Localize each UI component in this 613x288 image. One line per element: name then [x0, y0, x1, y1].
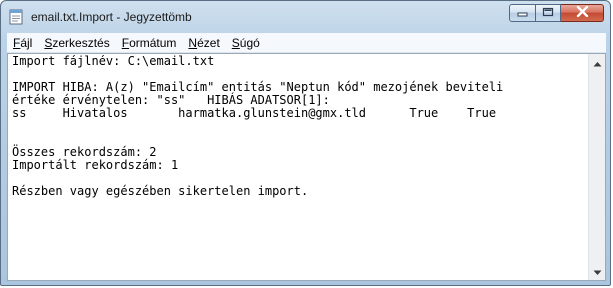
title-bar[interactable]: email.txt.Import - Jegyzettömb — [1, 1, 610, 33]
text-editor[interactable]: Import fájlnév: C:\email.txt IMPORT HIBA… — [12, 55, 584, 277]
maximize-button[interactable] — [536, 4, 561, 22]
scroll-down-button[interactable] — [589, 263, 605, 280]
menu-edit-label: zerkesztés — [52, 35, 110, 50]
close-button[interactable] — [561, 4, 604, 22]
text-line: Részben vagy egészében sikertelen import… — [12, 184, 309, 198]
menu-help[interactable]: Súgó — [226, 34, 266, 52]
text-line: Import fájlnév: C:\email.txt — [12, 55, 215, 68]
maximize-icon — [542, 4, 554, 22]
scroll-up-button[interactable] — [589, 54, 605, 71]
text-line — [12, 120, 584, 133]
menu-help-hotkey: S — [231, 35, 240, 50]
menu-view-hotkey: N — [188, 35, 198, 50]
caption-buttons — [509, 4, 604, 22]
minimize-icon — [517, 4, 528, 22]
text-line: ss Hivatalos harmatka.glunstein@gmx.tld … — [12, 106, 497, 120]
text-line: Importált rekordszám: 1 — [12, 158, 179, 172]
menu-file[interactable]: Fájl — [7, 34, 38, 52]
scroll-up-arrow-icon — [593, 54, 602, 72]
close-icon — [576, 4, 589, 22]
menu-view-label: ézet — [197, 35, 220, 50]
minimize-button[interactable] — [509, 4, 536, 22]
menu-format-label: ormátum — [129, 35, 177, 50]
editor-client-area: Import fájlnév: C:\email.txt IMPORT HIBA… — [7, 53, 606, 281]
menu-edit[interactable]: Szerkesztés — [38, 34, 115, 52]
menu-view[interactable]: Nézet — [182, 34, 225, 52]
menu-help-label: úgó — [239, 35, 260, 50]
window-title: email.txt.Import - Jegyzettömb — [31, 10, 192, 24]
menu-format[interactable]: Formátum — [116, 34, 183, 52]
menu-bar: Fájl Szerkesztés Formátum Nézet Súgó — [7, 33, 606, 53]
notepad-window: email.txt.Import - Jegyzettömb Fájl Szer… — [0, 0, 611, 286]
scroll-down-arrow-icon — [593, 263, 602, 281]
vertical-scrollbar[interactable] — [588, 54, 605, 280]
notepad-icon[interactable] — [8, 9, 24, 25]
menu-format-hotkey: F — [121, 35, 130, 50]
menu-file-label: ájl — [20, 35, 33, 50]
